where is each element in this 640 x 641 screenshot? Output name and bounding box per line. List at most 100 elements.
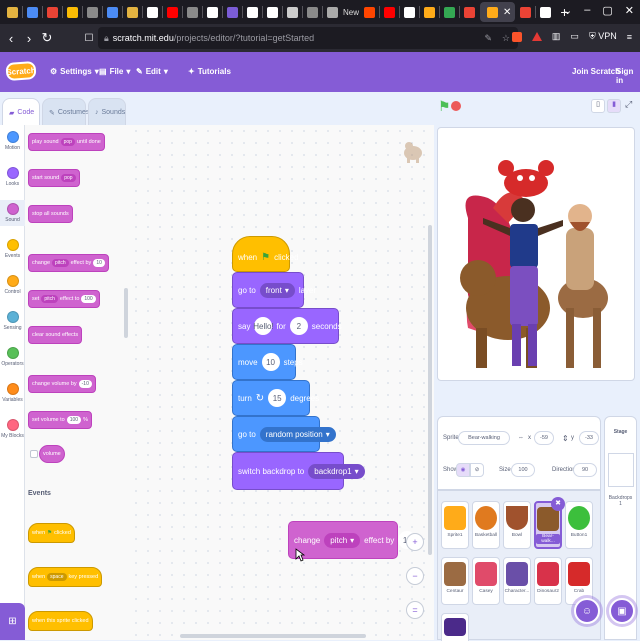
stop-button[interactable]	[451, 101, 461, 111]
minimize-icon[interactable]: –	[584, 4, 590, 17]
category-my-blocks[interactable]: My Blocks	[0, 419, 25, 439]
back-icon[interactable]: ‹	[2, 31, 20, 46]
script-block-go-to-layer[interactable]: go to front ▾ layer	[232, 272, 316, 308]
sprite-card[interactable]: Dinosaur2	[534, 557, 562, 605]
scratch-logo[interactable]: Scratch	[5, 60, 37, 82]
stage-canvas[interactable]	[437, 127, 635, 381]
zoom-reset-button[interactable]: =	[406, 601, 424, 619]
choose-sprite-button[interactable]: ☺	[574, 598, 600, 624]
palette-block-start-sound[interactable]: start sound pop	[28, 169, 80, 187]
tab-favicon[interactable]	[307, 6, 318, 18]
effect-dropdown[interactable]: pitch	[41, 295, 58, 303]
effect-dropdown[interactable]: pitch ▾	[324, 532, 361, 548]
sprite-card[interactable]	[441, 613, 469, 641]
sprite-card[interactable]: Button1	[565, 501, 593, 549]
sidebar-icon[interactable]: ▥	[552, 31, 561, 42]
degrees-input[interactable]: 15	[268, 389, 287, 407]
sound-dropdown[interactable]: pop	[60, 138, 75, 146]
url-field[interactable]: 🔒︎ scratch.mit.edu/projects/editor/?tuto…	[98, 27, 518, 49]
bookmark-icon[interactable]: ☐	[80, 33, 98, 44]
choose-backdrop-button[interactable]: ▣	[609, 598, 635, 624]
tab-favicon[interactable]	[327, 6, 338, 18]
tutorials-button[interactable]: ✦ Tutorials	[188, 67, 231, 76]
reload-icon[interactable]: ↻	[38, 30, 56, 46]
category-looks[interactable]: Looks	[0, 167, 25, 187]
category-events[interactable]: Events	[0, 239, 25, 259]
close-tab-icon[interactable]: ✕	[503, 7, 511, 18]
show-sprite-button[interactable]: ◉	[456, 463, 470, 477]
category-variables[interactable]: Variables	[0, 383, 25, 403]
menu-icon[interactable]: ≡	[627, 32, 632, 42]
tab-favicon[interactable]	[287, 6, 298, 18]
sprite-card[interactable]: Character...	[503, 557, 531, 605]
close-window-icon[interactable]: ✕	[625, 4, 634, 17]
tab-costumes[interactable]: ✎ Costumes	[42, 98, 89, 126]
palette-scrollbar[interactable]	[124, 288, 128, 338]
tab-favicon[interactable]	[207, 6, 218, 18]
tab-favicon[interactable]	[167, 6, 178, 18]
brave-shield-icon[interactable]	[511, 31, 522, 42]
size-input[interactable]: 100	[511, 463, 535, 477]
sprite-card[interactable]: Basketball	[472, 501, 500, 549]
workspace-horizontal-scrollbar[interactable]	[180, 634, 366, 638]
tab-favicon[interactable]	[520, 6, 532, 18]
join-scratch-link[interactable]: Join Scratch	[572, 67, 620, 76]
tab-favicon[interactable]	[404, 6, 416, 18]
sprite-card[interactable]: Centaur	[441, 557, 469, 605]
tab-favicon[interactable]	[464, 6, 476, 18]
seconds-input[interactable]: 2	[289, 317, 308, 335]
tab-favicon[interactable]	[127, 6, 138, 18]
x-position-input[interactable]: -59	[534, 431, 554, 445]
edit-menu[interactable]: ✎ Edit ▾	[136, 67, 168, 76]
sprite-card[interactable]: Casey	[472, 557, 500, 605]
key-dropdown[interactable]: space	[47, 573, 67, 581]
palette-block-change-effect[interactable]: change pitch effect by 10	[28, 254, 109, 272]
file-menu[interactable]: ▤ File ▾	[99, 67, 130, 76]
sprite-name-input[interactable]: Bear-walking	[458, 431, 510, 445]
script-block-go-to-position[interactable]: go to random position ▾	[232, 416, 336, 452]
steps-input[interactable]: 10	[261, 353, 280, 371]
backdrop-dropdown[interactable]: backdrop1 ▾	[308, 463, 365, 479]
add-extension-button[interactable]: ⊞	[0, 603, 25, 640]
star-icon[interactable]: ☆	[502, 33, 510, 44]
palette-block-volume[interactable]: volume	[39, 445, 65, 463]
rewards-icon[interactable]	[531, 32, 542, 41]
settings-menu[interactable]: ⚙ Settings ▾	[50, 67, 99, 76]
say-text-input[interactable]: Hello!	[253, 317, 274, 335]
palette-block-when-flag[interactable]: when ⚑ clicked	[28, 523, 75, 543]
script-block-say-for-secs[interactable]: say Hello! for 2 seconds	[232, 308, 342, 344]
category-motion[interactable]: Motion	[0, 131, 25, 151]
new-tab-label[interactable]: New	[343, 8, 359, 17]
zoom-out-button[interactable]: −	[406, 567, 424, 585]
zoom-in-button[interactable]: +	[406, 533, 424, 551]
position-dropdown[interactable]: random position ▾	[259, 426, 336, 442]
tab-favicon[interactable]	[247, 6, 258, 18]
number-input[interactable]: 100	[81, 295, 96, 303]
palette-block-set-volume[interactable]: set volume to 100%	[28, 411, 92, 429]
wallet-icon[interactable]: ▭	[570, 31, 579, 42]
tab-favicon[interactable]	[47, 6, 58, 18]
large-stage-button[interactable]: ▮	[607, 99, 621, 113]
hide-sprite-button[interactable]: ⊘	[470, 463, 484, 477]
vpn-button[interactable]: ⛨ VPN	[589, 31, 617, 42]
sign-in-link[interactable]: Sign in	[616, 67, 640, 85]
tab-favicon[interactable]	[107, 6, 118, 18]
forward-icon[interactable]: ›	[20, 31, 38, 46]
tab-favicon[interactable]	[147, 6, 158, 18]
tab-favicon[interactable]	[384, 6, 396, 18]
tab-favicon[interactable]	[27, 6, 38, 18]
delete-sprite-button[interactable]: ✖	[551, 497, 565, 511]
tab-favicon[interactable]	[87, 6, 98, 18]
y-position-input[interactable]: -33	[579, 431, 599, 445]
tab-list-icon[interactable]: ⌄	[563, 4, 572, 17]
tab-favicon[interactable]	[67, 6, 78, 18]
tab-favicon[interactable]	[7, 6, 18, 18]
script-block-turn-degrees[interactable]: turn ↻ 15 degrees	[232, 380, 319, 416]
tab-favicon[interactable]	[267, 6, 278, 18]
category-operators[interactable]: Operators	[0, 347, 25, 367]
script-block-switch-backdrop[interactable]: switch backdrop to backdrop1 ▾	[232, 452, 365, 490]
small-stage-button[interactable]: ▯	[591, 99, 605, 113]
layer-dropdown[interactable]: front ▾	[259, 282, 295, 298]
active-tab[interactable]: ✕	[480, 2, 516, 22]
tab-favicon[interactable]	[444, 6, 456, 18]
